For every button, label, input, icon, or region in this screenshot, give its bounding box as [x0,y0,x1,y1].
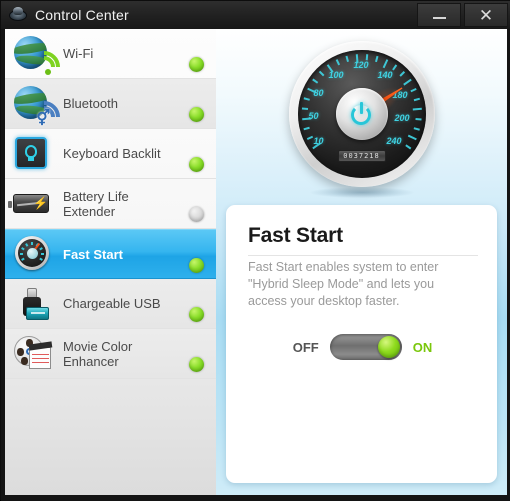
minimize-button[interactable] [417,3,461,27]
status-indicator-keyboard-backlit [189,157,204,172]
title-bar: Control Center ✕ [1,1,510,29]
odometer: 0037218 [337,150,386,162]
status-indicator-fast-start [189,258,204,273]
wifi-globe-icon [11,32,67,90]
gauge-label-240: 240 [386,136,402,146]
keyboard-backlight-icon [11,132,55,176]
toggle-off-label: OFF [292,339,319,355]
sidebar-item-label: Battery Life Extender [63,188,129,219]
sidebar-item-label: Wi-Fi [63,46,94,61]
gauge-shadow [309,187,414,198]
window-body: Wi-Fi ⚥ Bluetooth Keyboard Backlit ⚡ Bat… [1,29,510,501]
sidebar-item-fast-start[interactable]: Fast Start [5,229,216,279]
power-icon [350,102,373,125]
gauge-label-50: 50 [308,111,319,121]
speedometer-widget: 10 50 80 100 120 140 180 200 240 [288,41,435,198]
status-indicator-wifi [189,57,204,72]
gauge-bezel: 10 50 80 100 120 140 180 200 240 [288,41,435,187]
bluetooth-globe-icon: ⚥ [11,82,67,140]
sidebar-item-movie-color-enhancer[interactable]: Movie Color Enhancer [5,329,216,379]
control-center-window: Control Center ✕ Wi-Fi ⚥ Bluetooth Keybo… [0,0,510,501]
sidebar-item-label: Chargeable USB [63,296,161,311]
fast-start-toggle-row: OFF ON [227,332,498,362]
page-title: Fast Start [248,224,343,247]
sidebar-item-label: Keyboard Backlit [63,146,161,161]
power-button[interactable] [335,88,388,140]
minimize-icon [432,17,446,19]
toggle-on-label: ON [412,339,433,355]
gauge-label-80: 80 [313,88,324,98]
sidebar-item-label: Movie Color Enhancer [63,338,133,369]
status-indicator-movie-color-enhancer [189,357,204,372]
gauge-face: 10 50 80 100 120 140 180 200 240 [297,50,426,178]
sidebar-item-battery-life-extender[interactable]: ⚡ Battery Life Extender [5,179,216,229]
feature-description: Fast Start enables system to enter "Hybr… [248,260,439,308]
status-indicator-bluetooth [189,107,204,122]
usb-battery-icon [11,282,55,326]
detail-pane: 10 50 80 100 120 140 180 200 240 [216,29,507,495]
control-center-disc-icon [9,6,27,24]
close-icon: ✕ [478,5,494,25]
gauge-label-10: 10 [313,136,324,146]
gauge-label-200: 200 [394,113,410,123]
sidebar-item-keyboard-backlit[interactable]: Keyboard Backlit [5,129,216,179]
speedometer-icon [11,232,55,276]
status-indicator-chargeable-usb [189,307,204,322]
sidebar: Wi-Fi ⚥ Bluetooth Keyboard Backlit ⚡ Bat… [5,29,216,495]
close-button[interactable]: ✕ [464,3,508,27]
gauge-label-100: 100 [328,70,344,80]
gauge-label-140: 140 [377,70,393,80]
battery-icon: ⚡ [8,182,55,226]
sidebar-item-wifi[interactable]: Wi-Fi [5,29,216,90]
window-title: Control Center [35,7,129,23]
gauge-label-120: 120 [353,60,369,70]
sidebar-item-label: Bluetooth [63,96,118,111]
sidebar-item-label: Fast Start [63,246,123,262]
film-reel-icon [11,332,55,376]
sidebar-item-bluetooth[interactable]: ⚥ Bluetooth [5,79,216,140]
toggle-knob[interactable] [377,336,400,358]
odometer-value: 0037218 [343,152,380,160]
fast-start-card: Fast Start Fast Start enables system to … [226,205,497,483]
fast-start-toggle[interactable] [329,334,402,360]
sidebar-item-chargeable-usb[interactable]: Chargeable USB [5,279,216,329]
divider [248,255,478,256]
status-indicator-battery-life-extender [189,207,204,222]
